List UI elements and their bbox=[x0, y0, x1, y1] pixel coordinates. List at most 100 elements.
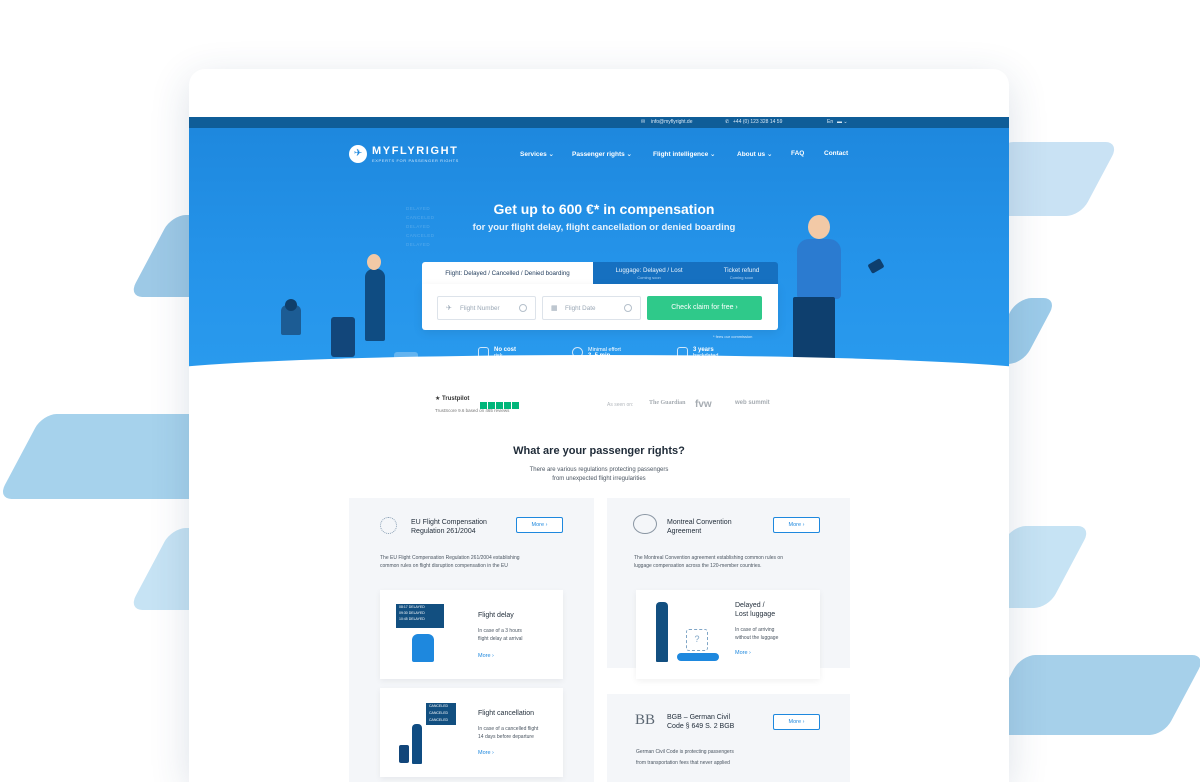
fvw-logo: fvw bbox=[695, 399, 712, 410]
seen-on-label: As seen on: bbox=[607, 402, 634, 408]
flight-cancellation-more-link[interactable]: More › bbox=[478, 750, 494, 756]
lost-luggage-more-link[interactable]: More › bbox=[735, 650, 751, 656]
cancel-board-illustration: CANCELED CANCELED CANCELED bbox=[426, 703, 456, 725]
flight-date-input[interactable]: ▦ Flight Date bbox=[542, 296, 641, 320]
board-word: CANCELED bbox=[406, 233, 435, 238]
missing-bag-icon: ? bbox=[686, 629, 708, 651]
nav-passenger-rights[interactable]: Passenger rights ⌄ bbox=[572, 150, 632, 158]
logo-tagline: EXPERTS FOR PASSENGER RIGHTS bbox=[372, 158, 459, 163]
language-selector[interactable]: En bbox=[827, 119, 833, 125]
flight-date-placeholder: Flight Date bbox=[565, 305, 596, 312]
tab-flight[interactable]: Flight: Delayed / Cancelled / Denied boa… bbox=[422, 262, 593, 284]
passenger-head bbox=[285, 299, 297, 311]
browser-frame: ✉ info@myflyright.de ✆ +44 (0) 123 328 1… bbox=[189, 69, 1009, 782]
hero-title: Get up to 600 €* in compensation bbox=[493, 201, 715, 217]
panel-desc-line: from transportation fees that never appl… bbox=[636, 760, 730, 766]
tab-ticket-note: Coming soon bbox=[729, 275, 754, 280]
tab-ticket-label: Ticket refund bbox=[723, 267, 760, 274]
flag-icon: ▬ ⌄ bbox=[837, 119, 848, 125]
board-row: CANCELED bbox=[429, 704, 449, 708]
rights-subtitle-line: from unexpected flight irregularities bbox=[552, 476, 646, 482]
lost-luggage-description: In case of arriving without the luggage bbox=[735, 626, 778, 642]
info-icon[interactable] bbox=[519, 304, 527, 312]
panel-title-line: Code § 649 S. 2 BGB bbox=[667, 723, 735, 730]
eu-more-button[interactable]: More › bbox=[516, 517, 563, 533]
flight-delay-more-link[interactable]: More › bbox=[478, 653, 494, 659]
standing-woman-illustration bbox=[365, 269, 385, 341]
logo[interactable]: MYFLYRIGHT bbox=[372, 145, 459, 157]
bgb-more-button[interactable]: More › bbox=[773, 714, 820, 730]
decor-shape bbox=[978, 655, 1200, 735]
traveler-illustration bbox=[797, 239, 841, 299]
luggage-belt-illustration bbox=[677, 653, 719, 661]
rights-subtitle: There are various regulations protecting… bbox=[449, 466, 749, 484]
guardian-logo: The Guardian bbox=[649, 400, 686, 406]
contact-phone[interactable]: +44 (0) 123 328 14 59 bbox=[733, 119, 782, 125]
card-desc-line: without the luggage bbox=[735, 635, 779, 641]
suitcase-illustration bbox=[331, 317, 355, 357]
check-claim-button[interactable]: Check claim for free › bbox=[647, 296, 762, 320]
contact-email[interactable]: info@myflyright.de bbox=[651, 119, 692, 125]
card-title-line: Delayed / bbox=[735, 602, 765, 609]
card-desc-line: In case of a 3 hours bbox=[478, 628, 522, 634]
lost-luggage-title: Delayed / Lost luggage bbox=[735, 601, 775, 619]
bgb-section-icon: BB bbox=[635, 712, 656, 728]
hero-section bbox=[189, 128, 1009, 384]
websummit-logo: web summit bbox=[735, 400, 770, 406]
tab-ticket-refund[interactable]: Ticket refund Coming soon bbox=[705, 262, 778, 284]
info-icon[interactable] bbox=[624, 304, 632, 312]
eu-stars-icon bbox=[380, 517, 397, 534]
icao-emblem-icon bbox=[633, 514, 657, 534]
nav-about-us[interactable]: About us ⌄ bbox=[737, 150, 772, 158]
tab-flight-label: Flight: Delayed / Cancelled / Denied boa… bbox=[445, 270, 570, 277]
flight-number-input[interactable]: ✈ Flight Number bbox=[437, 296, 536, 320]
card-desc-line: In case of a cancelled flight bbox=[478, 726, 539, 732]
traveler-head bbox=[808, 215, 830, 239]
waiting-passenger-illustration bbox=[412, 634, 434, 662]
panel-montreal-description: The Montreal Convention agreement establ… bbox=[634, 555, 783, 570]
card-desc-line: 14 days before departure bbox=[478, 734, 534, 740]
board-row: CANCELED bbox=[429, 718, 449, 722]
trust-score: TrustScore 9.6 based on 465 reviews bbox=[435, 408, 510, 413]
claim-form: ✈ Flight Number ▦ Flight Date Check clai… bbox=[422, 284, 778, 330]
panel-title-line: Montreal Convention bbox=[667, 519, 732, 526]
board-row: 10:45 DELAYED bbox=[399, 617, 425, 621]
panel-title-line: Regulation 261/2004 bbox=[411, 528, 476, 535]
panel-desc-line: common rules on flight disruption compen… bbox=[380, 562, 508, 569]
rights-subtitle-line: There are various regulations protecting… bbox=[529, 467, 669, 473]
rights-title: What are your passenger rights? bbox=[513, 445, 685, 457]
flight-number-placeholder: Flight Number bbox=[460, 305, 500, 312]
montreal-more-button[interactable]: More › bbox=[773, 517, 820, 533]
nav-flight-intelligence[interactable]: Flight intelligence ⌄ bbox=[653, 150, 716, 158]
panel-bgb-title: BGB – German Civil Code § 649 S. 2 BGB bbox=[667, 713, 734, 731]
phone-icon: ✆ bbox=[725, 119, 730, 125]
woman-head bbox=[367, 254, 381, 270]
tab-luggage-note: Coming soon bbox=[637, 275, 661, 280]
mail-icon: ✉ bbox=[641, 119, 646, 125]
panel-title-line: BGB – German Civil bbox=[667, 714, 731, 721]
nav-faq[interactable]: FAQ bbox=[791, 150, 804, 157]
flight-delay-title: Flight delay bbox=[478, 612, 514, 619]
panel-desc-line: luggage compensation across the 120-memb… bbox=[634, 562, 762, 569]
board-word: DELAYED bbox=[406, 242, 431, 247]
flight-cancellation-title: Flight cancellation bbox=[478, 710, 535, 717]
nav-services[interactable]: Services ⌄ bbox=[520, 150, 554, 158]
suitcase-illustration bbox=[399, 745, 409, 763]
card-title-line: Lost luggage bbox=[735, 611, 776, 618]
tab-luggage[interactable]: Luggage: Delayed / Lost Coming soon bbox=[593, 262, 705, 284]
board-row: CANCELED bbox=[429, 711, 449, 715]
trustpilot-logo[interactable]: ★ Trustpilot bbox=[435, 395, 469, 402]
passenger-illustration bbox=[656, 602, 668, 662]
hero-subtitle: for your flight delay, flight cancellati… bbox=[472, 222, 736, 233]
flight-delay-description: In case of a 3 hours flight delay at arr… bbox=[478, 627, 522, 643]
logo-plane-icon[interactable]: ✈ bbox=[349, 145, 367, 163]
fee-note: * fees our commission bbox=[713, 334, 753, 339]
nav-contact[interactable]: Contact bbox=[824, 150, 848, 157]
calendar-icon: ▦ bbox=[551, 305, 558, 312]
tab-luggage-label: Luggage: Delayed / Lost bbox=[615, 267, 683, 274]
plane-icon: ✈ bbox=[446, 305, 452, 312]
flight-cancellation-description: In case of a cancelled flight 14 days be… bbox=[478, 725, 538, 741]
panel-title-line: Agreement bbox=[667, 528, 702, 535]
panel-eu-description: The EU Flight Compensation Regulation 26… bbox=[380, 555, 520, 570]
panel-desc-line: German Civil Code is protecting passenge… bbox=[636, 749, 734, 755]
